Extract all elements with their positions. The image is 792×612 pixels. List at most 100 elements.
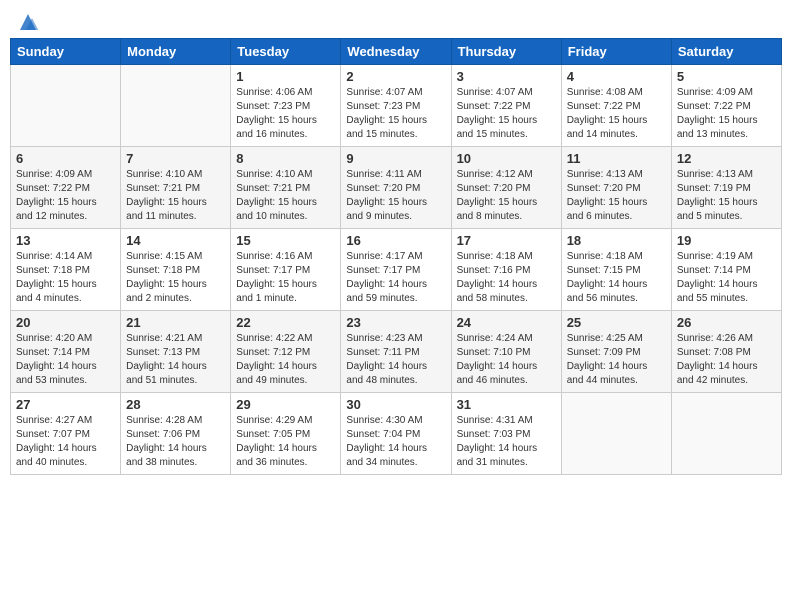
calendar-cell [121,65,231,147]
calendar-cell: 8 Sunrise: 4:10 AM Sunset: 7:21 PM Daylig… [231,147,341,229]
day-info: Sunrise: 4:13 AM Sunset: 7:19 PM Dayligh… [677,168,776,224]
day-number: 3 [457,69,556,84]
day-info: Sunrise: 4:29 AM Sunset: 7:05 PM Dayligh… [236,414,335,470]
day-info: Sunrise: 4:25 AM Sunset: 7:09 PM Dayligh… [567,332,666,388]
day-info: Sunrise: 4:18 AM Sunset: 7:15 PM Dayligh… [567,250,666,306]
day-number: 8 [236,151,335,166]
calendar-cell: 5 Sunrise: 4:09 AM Sunset: 7:22 PM Daylig… [671,65,781,147]
calendar-cell: 22 Sunrise: 4:22 AM Sunset: 7:12 PM Dayli… [231,311,341,393]
calendar-cell: 10Sunrise: 4:12 AM Sunset: 7:20 PM Dayli… [451,147,561,229]
calendar-cell: 4 Sunrise: 4:08 AM Sunset: 7:22 PM Daylig… [561,65,671,147]
weekday-header: Friday [561,39,671,65]
day-info: Sunrise: 4:16 AM Sunset: 7:17 PM Dayligh… [236,250,335,306]
day-info: Sunrise: 4:10 AM Sunset: 7:21 PM Dayligh… [126,168,225,224]
calendar-cell [671,393,781,475]
day-number: 18 [567,233,666,248]
day-number: 11 [567,151,666,166]
weekday-header: Wednesday [341,39,451,65]
day-info: Sunrise: 4:17 AM Sunset: 7:17 PM Dayligh… [346,250,445,306]
calendar-cell: 30Sunrise: 4:30 AM Sunset: 7:04 PM Dayli… [341,393,451,475]
calendar-week-row: 13 Sunrise: 4:14 AM Sunset: 7:18 PM Dayli… [11,229,782,311]
calendar-cell: 13 Sunrise: 4:14 AM Sunset: 7:18 PM Dayli… [11,229,121,311]
day-number: 10 [457,151,556,166]
day-number: 15 [236,233,335,248]
day-number: 17 [457,233,556,248]
day-number: 7 [126,151,225,166]
calendar-cell: 14 Sunrise: 4:15 AM Sunset: 7:18 PM Dayli… [121,229,231,311]
day-number: 19 [677,233,776,248]
day-number: 21 [126,315,225,330]
calendar-cell: 16 Sunrise: 4:17 AM Sunset: 7:17 PM Dayli… [341,229,451,311]
calendar-header-row: SundayMondayTuesdayWednesdayThursdayFrid… [11,39,782,65]
calendar-week-row: 20 Sunrise: 4:20 AM Sunset: 7:14 PM Dayli… [11,311,782,393]
calendar-cell: 26 Sunrise: 4:26 AM Sunset: 7:08 PM Dayli… [671,311,781,393]
day-info: Sunrise: 4:09 AM Sunset: 7:22 PM Dayligh… [16,168,115,224]
day-info: Sunrise: 4:14 AM Sunset: 7:18 PM Dayligh… [16,250,115,306]
calendar-cell: 3 Sunrise: 4:07 AM Sunset: 7:22 PM Daylig… [451,65,561,147]
day-info: Sunrise: 4:07 AM Sunset: 7:23 PM Dayligh… [346,86,445,142]
day-info: Sunrise: 4:27 AM Sunset: 7:07 PM Dayligh… [16,414,115,470]
weekday-header: Sunday [11,39,121,65]
day-info: Sunrise: 4:07 AM Sunset: 7:22 PM Dayligh… [457,86,556,142]
logo-icon [16,10,40,34]
day-number: 24 [457,315,556,330]
calendar-cell: 2 Sunrise: 4:07 AM Sunset: 7:23 PM Daylig… [341,65,451,147]
day-number: 26 [677,315,776,330]
day-info: Sunrise: 4:13 AM Sunset: 7:20 PM Dayligh… [567,168,666,224]
day-number: 5 [677,69,776,84]
calendar-cell: 7 Sunrise: 4:10 AM Sunset: 7:21 PM Daylig… [121,147,231,229]
calendar-cell: 21 Sunrise: 4:21 AM Sunset: 7:13 PM Dayli… [121,311,231,393]
calendar-cell: 12 Sunrise: 4:13 AM Sunset: 7:19 PM Dayli… [671,147,781,229]
calendar-cell: 1Sunrise: 4:06 AM Sunset: 7:23 PM Daylig… [231,65,341,147]
day-number: 25 [567,315,666,330]
calendar-week-row: 6 Sunrise: 4:09 AM Sunset: 7:22 PM Daylig… [11,147,782,229]
day-info: Sunrise: 4:10 AM Sunset: 7:21 PM Dayligh… [236,168,335,224]
day-number: 6 [16,151,115,166]
page-header [10,10,782,30]
calendar-cell: 6 Sunrise: 4:09 AM Sunset: 7:22 PM Daylig… [11,147,121,229]
weekday-header: Tuesday [231,39,341,65]
day-info: Sunrise: 4:15 AM Sunset: 7:18 PM Dayligh… [126,250,225,306]
calendar-cell: 18 Sunrise: 4:18 AM Sunset: 7:15 PM Dayli… [561,229,671,311]
day-info: Sunrise: 4:24 AM Sunset: 7:10 PM Dayligh… [457,332,556,388]
weekday-header: Monday [121,39,231,65]
calendar-cell: 15 Sunrise: 4:16 AM Sunset: 7:17 PM Dayli… [231,229,341,311]
day-number: 2 [346,69,445,84]
day-number: 28 [126,397,225,412]
calendar-cell: 31 Sunrise: 4:31 AM Sunset: 7:03 PM Dayli… [451,393,561,475]
calendar-cell: 20 Sunrise: 4:20 AM Sunset: 7:14 PM Dayli… [11,311,121,393]
calendar-cell: 23Sunrise: 4:23 AM Sunset: 7:11 PM Dayli… [341,311,451,393]
day-number: 31 [457,397,556,412]
calendar-week-row: 27 Sunrise: 4:27 AM Sunset: 7:07 PM Dayli… [11,393,782,475]
day-number: 27 [16,397,115,412]
day-info: Sunrise: 4:09 AM Sunset: 7:22 PM Dayligh… [677,86,776,142]
day-number: 1 [236,69,335,84]
calendar-week-row: 1Sunrise: 4:06 AM Sunset: 7:23 PM Daylig… [11,65,782,147]
calendar-cell: 24 Sunrise: 4:24 AM Sunset: 7:10 PM Dayli… [451,311,561,393]
day-info: Sunrise: 4:30 AM Sunset: 7:04 PM Dayligh… [346,414,445,470]
day-info: Sunrise: 4:21 AM Sunset: 7:13 PM Dayligh… [126,332,225,388]
day-info: Sunrise: 4:18 AM Sunset: 7:16 PM Dayligh… [457,250,556,306]
calendar-cell: 28 Sunrise: 4:28 AM Sunset: 7:06 PM Dayli… [121,393,231,475]
logo [14,10,40,30]
day-info: Sunrise: 4:08 AM Sunset: 7:22 PM Dayligh… [567,86,666,142]
day-number: 4 [567,69,666,84]
day-number: 16 [346,233,445,248]
day-number: 9 [346,151,445,166]
day-info: Sunrise: 4:23 AM Sunset: 7:11 PM Dayligh… [346,332,445,388]
day-info: Sunrise: 4:26 AM Sunset: 7:08 PM Dayligh… [677,332,776,388]
day-number: 14 [126,233,225,248]
calendar-cell: 9Sunrise: 4:11 AM Sunset: 7:20 PM Daylig… [341,147,451,229]
calendar-cell [11,65,121,147]
day-number: 12 [677,151,776,166]
day-info: Sunrise: 4:28 AM Sunset: 7:06 PM Dayligh… [126,414,225,470]
day-number: 20 [16,315,115,330]
day-number: 13 [16,233,115,248]
weekday-header: Thursday [451,39,561,65]
day-info: Sunrise: 4:31 AM Sunset: 7:03 PM Dayligh… [457,414,556,470]
day-info: Sunrise: 4:22 AM Sunset: 7:12 PM Dayligh… [236,332,335,388]
calendar-table: SundayMondayTuesdayWednesdayThursdayFrid… [10,38,782,475]
day-number: 22 [236,315,335,330]
calendar-cell: 17 Sunrise: 4:18 AM Sunset: 7:16 PM Dayli… [451,229,561,311]
day-info: Sunrise: 4:20 AM Sunset: 7:14 PM Dayligh… [16,332,115,388]
